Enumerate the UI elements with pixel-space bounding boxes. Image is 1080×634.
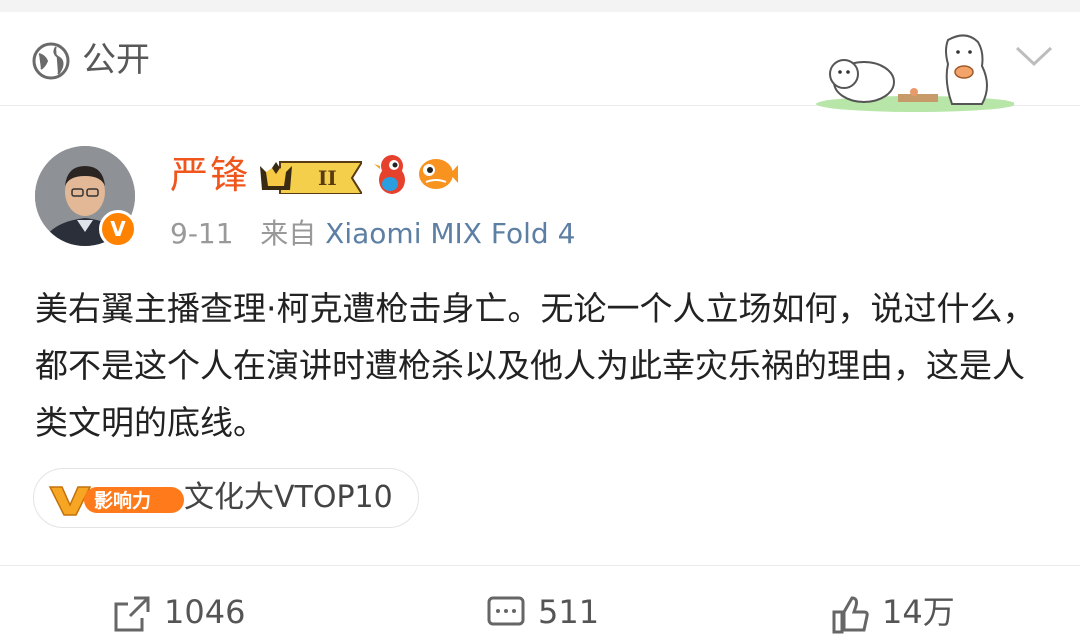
fish-badge[interactable] (416, 154, 458, 194)
comment-icon (487, 596, 525, 626)
influence-badge-icon: 影响力 (48, 486, 184, 516)
crown-level-text: II (318, 166, 337, 190)
author-name[interactable]: 严锋 (170, 152, 250, 198)
post-meta: 9-11 来自 Xiaomi MIX Fold 4 (170, 216, 575, 252)
post-date: 9-11 (170, 217, 234, 250)
source-prefix: 来自 (260, 217, 317, 250)
influence-badge-text: 影响力 (94, 489, 151, 512)
globe-icon (32, 42, 70, 80)
bird-badge[interactable] (372, 152, 412, 196)
influence-tag-label: 文化大VTOP10 (184, 480, 393, 515)
repost-count: 1046 (164, 593, 246, 631)
like-count: 14万 (882, 593, 955, 631)
crown-level-badge[interactable]: II (258, 156, 362, 194)
action-bar: 1046 511 14万 (0, 565, 1080, 634)
comment-count: 511 (538, 593, 600, 631)
post-content: 美右翼主播查理·柯克遭枪击身亡。无论一个人立场如何，说过什么，都不是这个人在演讲… (35, 289, 1036, 442)
top-strip (0, 0, 1080, 12)
visibility-bar[interactable]: 公开 (0, 12, 1080, 112)
repost-icon (114, 596, 150, 632)
chevron-down-icon[interactable] (1014, 44, 1054, 70)
visibility-label: 公开 (82, 40, 150, 80)
influence-tag[interactable]: 影响力 文化大VTOP10 (33, 468, 419, 528)
like-icon (832, 596, 869, 634)
verified-v-icon: V (99, 210, 137, 248)
bear-sticker-icon (816, 34, 1014, 112)
source-device[interactable]: Xiaomi MIX Fold 4 (325, 217, 575, 250)
